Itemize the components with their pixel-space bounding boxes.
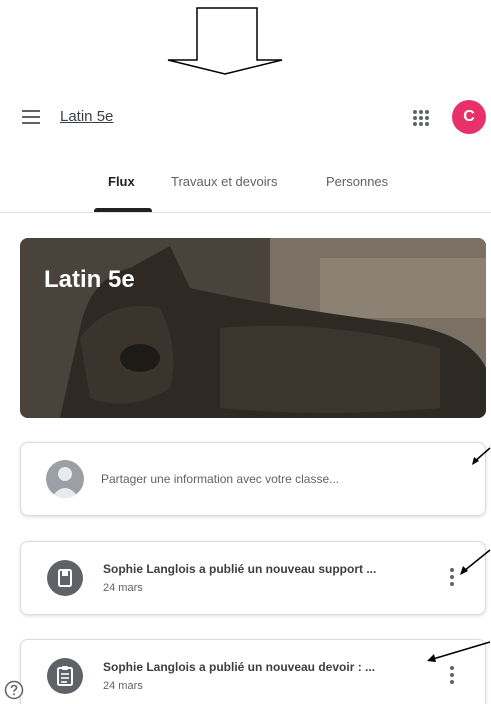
annotation-arrow [472, 447, 491, 465]
more-vert-icon[interactable] [449, 665, 455, 685]
tabs-divider [0, 212, 491, 213]
banner-class-title: Latin 5e [44, 266, 135, 293]
material-icon [58, 569, 72, 587]
annotation-arrow [460, 549, 491, 575]
tab-personnes[interactable]: Personnes [326, 174, 388, 189]
class-banner: Latin 5e [20, 238, 486, 418]
post-icon-circle [47, 658, 83, 694]
annotation-down-arrow [167, 7, 283, 75]
menu-icon[interactable] [22, 109, 42, 125]
help-icon[interactable] [4, 680, 24, 700]
stream-post-card[interactable]: Sophie Langlois a publié un nouveau devo… [20, 639, 486, 704]
post-date: 24 mars [103, 582, 143, 594]
account-avatar[interactable]: C [452, 100, 486, 134]
apps-grid-icon[interactable] [412, 109, 430, 127]
classroom-stream-page: Latin 5e C Flux Travaux et devoirs Perso… [0, 0, 491, 704]
annotation-arrow [427, 641, 491, 662]
share-input-placeholder[interactable]: Partager une information avec votre clas… [101, 472, 339, 486]
user-silhouette-icon [51, 467, 79, 498]
post-title[interactable]: Sophie Langlois a publié un nouveau supp… [103, 562, 376, 576]
post-title[interactable]: Sophie Langlois a publié un nouveau devo… [103, 660, 375, 674]
assignment-icon [57, 666, 73, 686]
post-icon-circle [47, 560, 83, 596]
user-avatar [46, 460, 84, 498]
class-title-link[interactable]: Latin 5e [60, 108, 113, 125]
share-announcement-card[interactable]: Partager une information avec votre clas… [20, 442, 486, 516]
tab-flux[interactable]: Flux [108, 174, 135, 189]
wolf-statue-image [20, 238, 486, 418]
more-vert-icon[interactable] [449, 567, 455, 587]
tab-travaux-et-devoirs[interactable]: Travaux et devoirs [171, 174, 277, 189]
post-date: 24 mars [103, 680, 143, 692]
stream-post-card[interactable]: Sophie Langlois a publié un nouveau supp… [20, 541, 486, 615]
